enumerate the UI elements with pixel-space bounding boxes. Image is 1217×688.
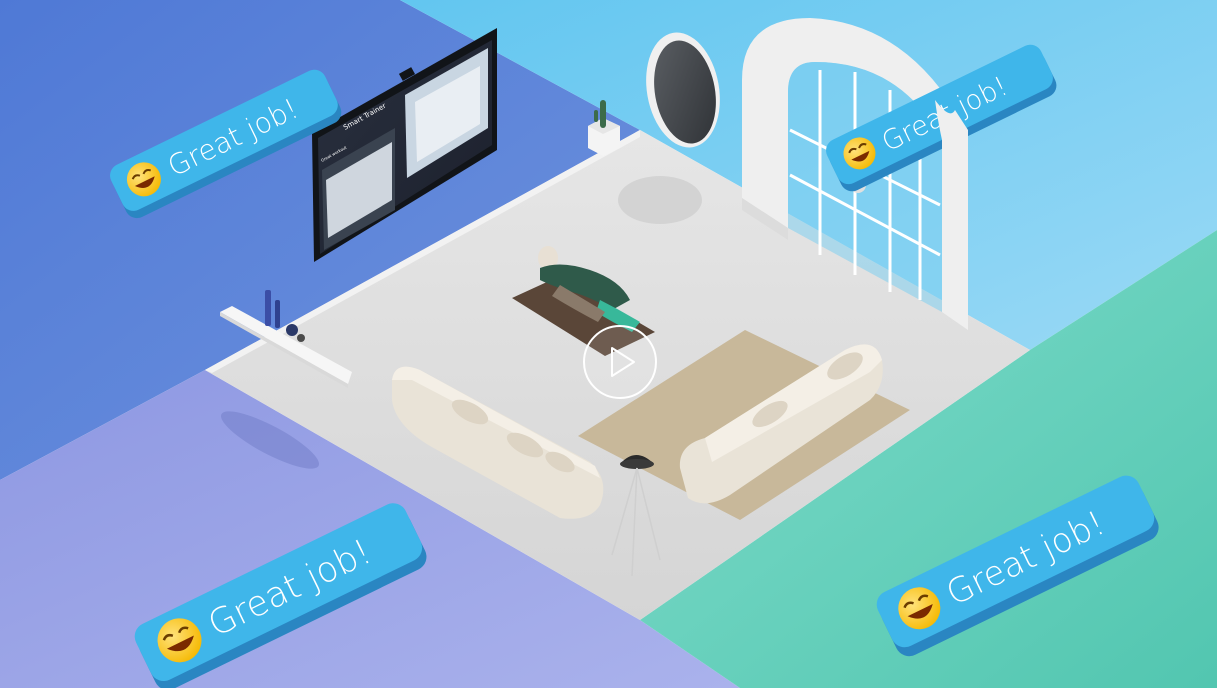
great-job-badge: Great job! bbox=[134, 503, 427, 688]
great-job-badge: Great job! bbox=[110, 69, 342, 219]
video-frame: Smart Trainer Great workout Great job! G… bbox=[0, 0, 1217, 688]
great-job-badge: Great job! bbox=[876, 475, 1159, 657]
badges-layer: Great job! Great job! Great job! Great j… bbox=[110, 44, 1159, 688]
play-button[interactable] bbox=[583, 325, 657, 399]
